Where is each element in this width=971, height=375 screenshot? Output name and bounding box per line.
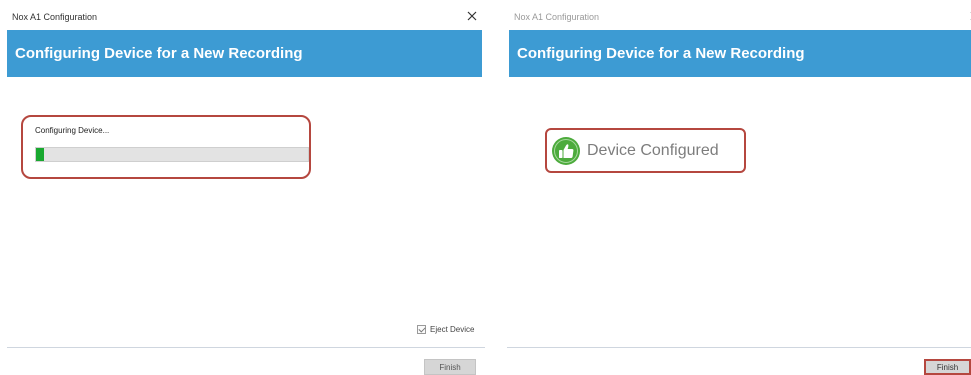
eject-device-label: Eject Device xyxy=(430,325,475,334)
config-window-complete: Nox A1 Configuration Configuring Device … xyxy=(502,0,971,375)
window-title: Nox A1 Configuration xyxy=(12,12,98,22)
progress-bar xyxy=(35,147,309,162)
progress-label: Configuring Device... xyxy=(35,126,110,135)
progress-bar-fill xyxy=(36,148,45,161)
finish-button[interactable]: Finish xyxy=(924,359,971,375)
eject-device-checkbox[interactable] xyxy=(417,325,426,334)
config-window-in-progress: Nox A1 Configuration Configuring Device … xyxy=(0,0,490,375)
eject-device-option[interactable]: Eject Device xyxy=(417,325,474,334)
device-configured-status: Device Configured xyxy=(545,128,746,173)
finish-button[interactable]: Finish xyxy=(424,359,476,375)
window-title: Nox A1 Configuration xyxy=(514,12,600,22)
thumbs-up-icon xyxy=(552,136,580,165)
header-banner: Configuring Device for a New Recording xyxy=(7,30,482,77)
footer-divider xyxy=(507,347,971,348)
progress-panel: Configuring Device... xyxy=(21,115,311,179)
close-icon[interactable] xyxy=(465,9,479,23)
footer-divider xyxy=(7,347,485,348)
header-banner: Configuring Device for a New Recording xyxy=(509,30,971,77)
device-configured-label: Device Configured xyxy=(587,141,719,159)
